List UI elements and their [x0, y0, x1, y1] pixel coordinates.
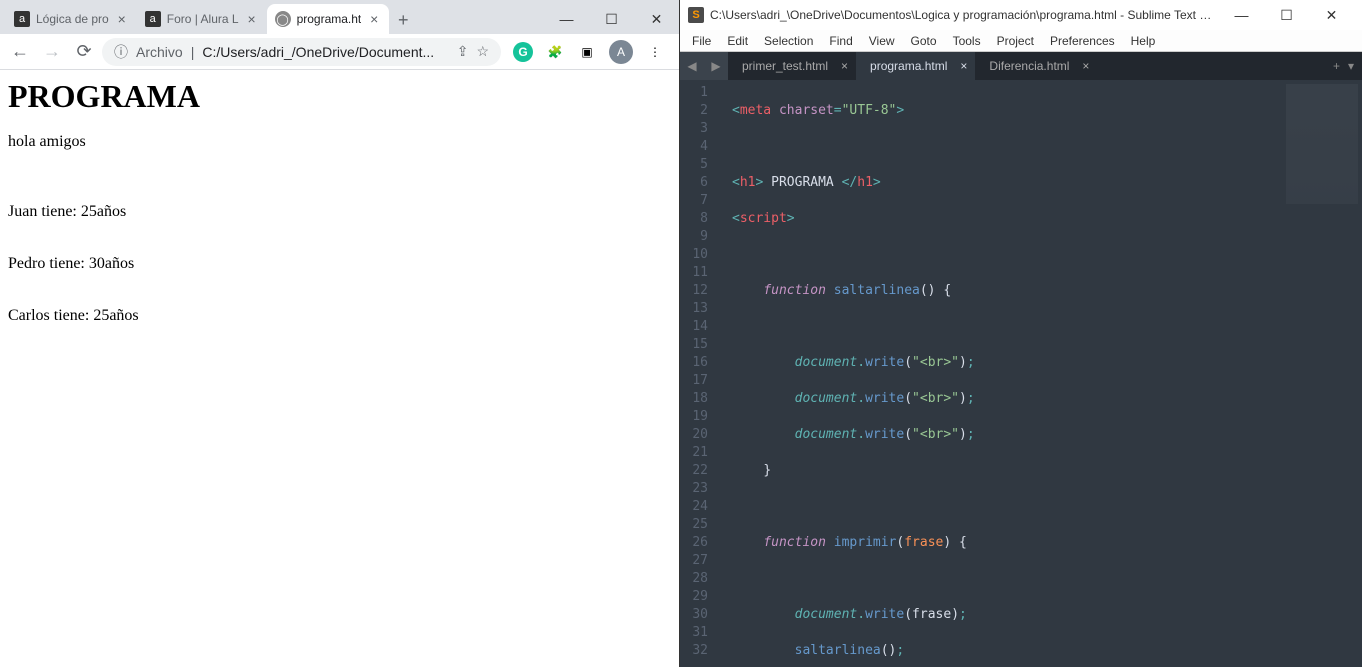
page-line: Pedro tiene: 30años: [8, 255, 671, 273]
chrome-browser: a Lógica de pro × a Foro | Alura L × ◯ p…: [0, 0, 680, 667]
editor-area[interactable]: 1234567891011121314151617181920212223242…: [680, 80, 1362, 667]
menu-goto[interactable]: Goto: [903, 34, 945, 48]
tab-title: programa.ht: [297, 12, 362, 26]
tab-favicon: a: [145, 11, 161, 27]
sublime-titlebar: S C:\Users\adri_\OneDrive\Documentos\Log…: [680, 0, 1362, 30]
browser-tabs: a Lógica de pro × a Foro | Alura L × ◯ p…: [0, 0, 544, 34]
menu-find[interactable]: Find: [821, 34, 860, 48]
tab-favicon-globe-icon: ◯: [275, 11, 291, 27]
profile-avatar[interactable]: A: [609, 40, 633, 64]
tabbar-right: + ▾: [1333, 52, 1362, 80]
browser-tab-2[interactable]: ◯ programa.ht ×: [267, 4, 390, 34]
maximize-button[interactable]: ☐: [1264, 7, 1309, 24]
sublime-menubar: File Edit Selection Find View Goto Tools…: [680, 30, 1362, 52]
close-button[interactable]: ✕: [634, 4, 679, 34]
minimize-button[interactable]: —: [544, 4, 589, 34]
site-info-icon[interactable]: ⓘ: [114, 42, 128, 62]
menu-view[interactable]: View: [861, 34, 903, 48]
forward-button[interactable]: →: [38, 38, 66, 66]
address-bar[interactable]: ⓘ Archivo | C:/Users/adri_/OneDrive/Docu…: [102, 38, 501, 66]
extension-icons: G 🧩 ▣ A ⋮: [505, 40, 673, 64]
editor-tab-0[interactable]: primer_test.html ×: [728, 52, 856, 80]
close-button[interactable]: ✕: [1309, 7, 1354, 24]
page-heading: PROGRAMA: [8, 78, 671, 115]
tab-close-icon[interactable]: ×: [367, 12, 381, 26]
menu-selection[interactable]: Selection: [756, 34, 821, 48]
tab-close-icon[interactable]: ×: [1082, 59, 1089, 73]
menu-edit[interactable]: Edit: [719, 34, 756, 48]
tab-menu-icon[interactable]: ▾: [1348, 59, 1354, 73]
tab-label: Diferencia.html: [989, 59, 1069, 73]
tab-close-icon[interactable]: ×: [115, 12, 129, 26]
address-scheme: Archivo: [136, 44, 183, 60]
extensions-puzzle-icon[interactable]: 🧩: [545, 42, 565, 62]
browser-titlebar: a Lógica de pro × a Foro | Alura L × ◯ p…: [0, 0, 679, 34]
window-controls: — ☐ ✕: [544, 4, 679, 34]
tab-close-icon[interactable]: ×: [960, 59, 967, 73]
grammarly-icon[interactable]: G: [513, 42, 533, 62]
new-tab-button[interactable]: +: [389, 6, 417, 34]
menu-help[interactable]: Help: [1123, 34, 1164, 48]
line-gutter: 1234567891011121314151617181920212223242…: [680, 80, 724, 667]
maximize-button[interactable]: ☐: [589, 4, 634, 34]
tab-label: programa.html: [870, 59, 947, 73]
tab-nav-left-icon[interactable]: ◀: [680, 52, 704, 80]
page-line: hola amigos: [8, 133, 671, 151]
editor-tab-1[interactable]: programa.html ×: [856, 52, 975, 80]
sublime-tabbar: ◀ ▶ primer_test.html × programa.html × Dif…: [680, 52, 1362, 80]
menu-tools[interactable]: Tools: [945, 34, 989, 48]
tab-close-icon[interactable]: ×: [245, 12, 259, 26]
reload-button[interactable]: ⟳: [70, 38, 98, 66]
tab-label: primer_test.html: [742, 59, 828, 73]
share-icon[interactable]: ⇪: [457, 43, 469, 60]
page-line: Carlos tiene: 25años: [8, 307, 671, 325]
new-tab-icon[interactable]: +: [1333, 59, 1340, 73]
menu-file[interactable]: File: [684, 34, 719, 48]
address-url: C:/Users/adri_/OneDrive/Document...: [202, 44, 448, 60]
browser-menu-icon[interactable]: ⋮: [645, 42, 665, 62]
sublime-text-editor: S C:\Users\adri_\OneDrive\Documentos\Log…: [680, 0, 1362, 667]
reader-icon[interactable]: ▣: [577, 42, 597, 62]
menu-preferences[interactable]: Preferences: [1042, 34, 1123, 48]
page-line: Juan tiene: 25años: [8, 203, 671, 221]
tab-nav-right-icon[interactable]: ▶: [704, 52, 728, 80]
code-content[interactable]: <meta charset="UTF-8"> <h1> PROGRAMA </h…: [724, 80, 1282, 667]
tab-favicon: a: [14, 11, 30, 27]
sublime-logo-icon: S: [688, 7, 704, 23]
bookmark-star-icon[interactable]: ☆: [476, 43, 489, 60]
tab-title: Lógica de pro: [36, 12, 109, 26]
menu-project[interactable]: Project: [989, 34, 1042, 48]
page-content: PROGRAMA hola amigos Juan tiene: 25años …: [0, 70, 679, 667]
tab-title: Foro | Alura L: [167, 12, 239, 26]
tab-close-icon[interactable]: ×: [841, 59, 848, 73]
editor-tab-2[interactable]: Diferencia.html ×: [975, 52, 1097, 80]
minimize-button[interactable]: —: [1219, 7, 1264, 24]
minimap[interactable]: [1282, 80, 1362, 667]
back-button[interactable]: ←: [6, 38, 34, 66]
sublime-window-controls: — ☐ ✕: [1219, 7, 1354, 24]
sublime-window-title: C:\Users\adri_\OneDrive\Documentos\Logic…: [710, 8, 1213, 22]
browser-toolbar: ← → ⟳ ⓘ Archivo | C:/Users/adri_/OneDriv…: [0, 34, 679, 70]
browser-tab-0[interactable]: a Lógica de pro ×: [6, 4, 137, 34]
browser-tab-1[interactable]: a Foro | Alura L ×: [137, 4, 267, 34]
